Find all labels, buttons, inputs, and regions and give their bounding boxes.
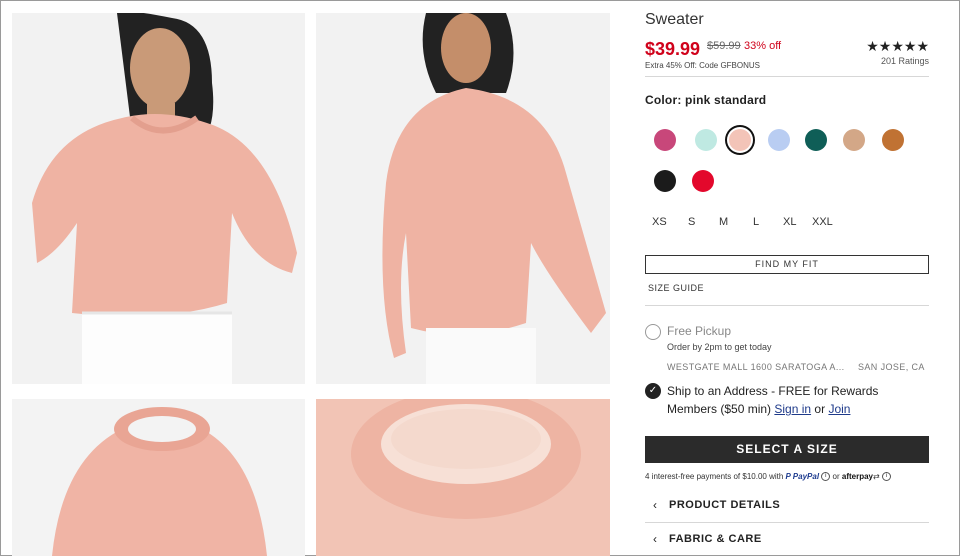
rating-stars-icon[interactable]: ★★★★★	[866, 38, 929, 55]
color-swatch-black[interactable]	[654, 170, 676, 192]
afterpay-mark-icon: ⇄	[873, 472, 880, 481]
color-swatch-teal[interactable]	[805, 129, 827, 151]
product-photo-detail[interactable]	[316, 399, 610, 556]
size-option-xl[interactable]: XL	[783, 216, 796, 228]
color-swatch-mint[interactable]	[695, 129, 717, 151]
divider	[645, 305, 929, 306]
ship-or-text: or	[814, 402, 826, 416]
accordion-label: FABRIC & CARE	[669, 533, 762, 545]
payments-or-text: or	[832, 472, 840, 481]
info-icon[interactable]: i	[821, 472, 831, 482]
chevron-left-icon: ‹	[653, 498, 657, 512]
join-link[interactable]: Join	[828, 402, 850, 416]
installment-payments: 4 interest-free payments of $10.00 with …	[645, 472, 891, 482]
color-swatch-red[interactable]	[692, 170, 714, 192]
product-title: Sweater	[645, 11, 704, 28]
size-guide-link[interactable]: SIZE GUIDE	[648, 283, 704, 293]
discount-badge: 33% off	[744, 40, 782, 52]
accordion-product-details[interactable]: ‹ PRODUCT DETAILS	[645, 490, 929, 520]
info-icon[interactable]: i	[881, 472, 891, 482]
color-swatch-cognac[interactable]	[882, 129, 904, 151]
size-option-m[interactable]: M	[719, 216, 728, 228]
afterpay-logo[interactable]: afterpay	[842, 472, 873, 481]
store-name-link[interactable]: WESTGATE MALL 1600 SARATOGA A...	[667, 362, 845, 372]
color-swatch-periwinkle[interactable]	[768, 129, 790, 151]
ship-option: Ship to an Address - FREE for Rewards Me…	[667, 382, 929, 418]
pickup-label: Free Pickup	[667, 324, 732, 338]
find-my-fit-button[interactable]: FIND MY FIT	[645, 255, 929, 274]
color-swatch-pink-standard[interactable]	[729, 129, 751, 151]
size-option-s[interactable]: S	[688, 216, 695, 228]
product-info-panel: Sweater $39.99 $59.99 33% off Extra 45% …	[645, 0, 929, 556]
product-photo-front[interactable]	[12, 13, 305, 384]
color-swatch-camel[interactable]	[843, 129, 865, 151]
divider	[645, 76, 929, 77]
installment-text: 4 interest-free payments of $10.00 with	[645, 472, 784, 481]
paypal-logo[interactable]: P PayPal	[786, 472, 820, 481]
pickup-radio[interactable]	[645, 324, 661, 340]
ship-radio-checked-icon[interactable]: ✓	[645, 383, 661, 399]
accordion-fabric-care[interactable]: ‹ FABRIC & CARE	[645, 524, 929, 554]
size-option-xs[interactable]: XS	[652, 216, 667, 228]
ratings-count-link[interactable]: 201 Ratings	[881, 56, 929, 66]
color-label: Color: pink standard	[645, 93, 767, 107]
product-photo-flat[interactable]	[12, 399, 305, 556]
product-photo-back[interactable]	[316, 13, 610, 384]
size-option-l[interactable]: L	[753, 216, 759, 228]
divider	[645, 522, 929, 523]
pickup-cutoff-text: Order by 2pm to get today	[667, 342, 772, 352]
store-city: SAN JOSE, CA	[858, 362, 925, 372]
chevron-left-icon: ‹	[653, 532, 657, 546]
size-option-xxl[interactable]: XXL	[812, 216, 833, 228]
sign-in-link[interactable]: Sign in	[774, 402, 811, 416]
original-price: $59.99	[707, 40, 741, 52]
color-swatch-raspberry[interactable]	[654, 129, 676, 151]
select-size-button[interactable]: SELECT A SIZE	[645, 436, 929, 463]
promo-text: Extra 45% Off: Code GFBONUS	[645, 61, 761, 70]
product-gallery	[12, 13, 610, 556]
accordion-label: PRODUCT DETAILS	[669, 499, 781, 511]
sale-price: $39.99	[645, 39, 701, 59]
